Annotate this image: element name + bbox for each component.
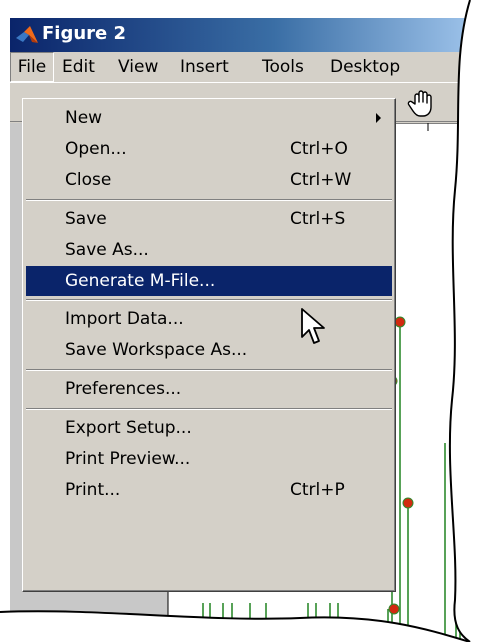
menu-item-label: Close bbox=[65, 170, 112, 190]
pan-hand-icon[interactable] bbox=[406, 87, 438, 119]
matlab-logo-icon bbox=[16, 26, 38, 43]
mouse-cursor-icon bbox=[301, 308, 325, 344]
menu-item-new[interactable]: New bbox=[26, 103, 392, 133]
menu-item-label: New bbox=[65, 108, 103, 128]
menu-item-shortcut: Ctrl+O bbox=[290, 139, 348, 159]
menu-edit[interactable]: Edit bbox=[62, 52, 95, 82]
menu-tools[interactable]: Tools bbox=[262, 52, 304, 82]
menu-view[interactable]: View bbox=[118, 52, 158, 82]
menu-item-label: Save As... bbox=[65, 240, 149, 260]
menu-item-label: Preferences... bbox=[65, 379, 182, 399]
menu-desktop[interactable]: Desktop bbox=[330, 52, 400, 82]
menu-item-label: Generate M-File... bbox=[65, 271, 216, 291]
file-menu-dropdown: New Open... Ctrl+O Close Ctrl+W Save Ctr… bbox=[22, 98, 396, 592]
menu-item-close[interactable]: Close Ctrl+W bbox=[26, 165, 392, 195]
menu-separator bbox=[26, 299, 392, 301]
menu-item-label: Save Workspace As... bbox=[65, 340, 248, 360]
menu-item-save[interactable]: Save Ctrl+S bbox=[26, 204, 392, 234]
menu-separator bbox=[26, 199, 392, 201]
window-title: Figure 2 bbox=[42, 23, 127, 44]
menu-item-shortcut: Ctrl+W bbox=[290, 170, 352, 190]
submenu-arrow-icon bbox=[376, 113, 381, 123]
menu-insert[interactable]: Insert bbox=[180, 52, 229, 82]
menu-item-open[interactable]: Open... Ctrl+O bbox=[26, 134, 392, 164]
menu-item-label: Export Setup... bbox=[65, 418, 192, 438]
menu-item-export-setup[interactable]: Export Setup... bbox=[26, 413, 392, 443]
menu-item-preferences[interactable]: Preferences... bbox=[26, 374, 392, 404]
menu-item-generate-m-file[interactable]: Generate M-File... bbox=[26, 266, 392, 296]
figure-window: Figure 2 File Edit View Insert Tools Des… bbox=[10, 18, 482, 642]
menu-item-label: Open... bbox=[65, 139, 127, 159]
menu-bar: File Edit View Insert Tools Desktop bbox=[10, 52, 482, 82]
menu-item-print[interactable]: Print... Ctrl+P bbox=[26, 475, 392, 505]
menu-item-import-data[interactable]: Import Data... bbox=[26, 304, 392, 334]
menu-item-save-as[interactable]: Save As... bbox=[26, 235, 392, 265]
menu-item-print-preview[interactable]: Print Preview... bbox=[26, 444, 392, 474]
menu-item-save-workspace-as[interactable]: Save Workspace As... bbox=[26, 335, 392, 365]
menu-item-label: Import Data... bbox=[65, 309, 184, 329]
menu-item-label: Save bbox=[65, 209, 107, 229]
menu-item-label: Print Preview... bbox=[65, 449, 191, 469]
menu-item-label: Print... bbox=[65, 480, 121, 500]
menu-file[interactable]: File bbox=[10, 52, 54, 82]
menu-item-shortcut: Ctrl+P bbox=[290, 480, 345, 500]
menu-separator bbox=[26, 408, 392, 410]
y-tick-label: -0.2 bbox=[118, 628, 150, 642]
menu-item-shortcut: Ctrl+S bbox=[290, 209, 346, 229]
menu-separator bbox=[26, 369, 392, 371]
app: Figure 2 File Edit View Insert Tools Des… bbox=[0, 0, 482, 642]
title-bar[interactable]: Figure 2 bbox=[10, 18, 482, 52]
